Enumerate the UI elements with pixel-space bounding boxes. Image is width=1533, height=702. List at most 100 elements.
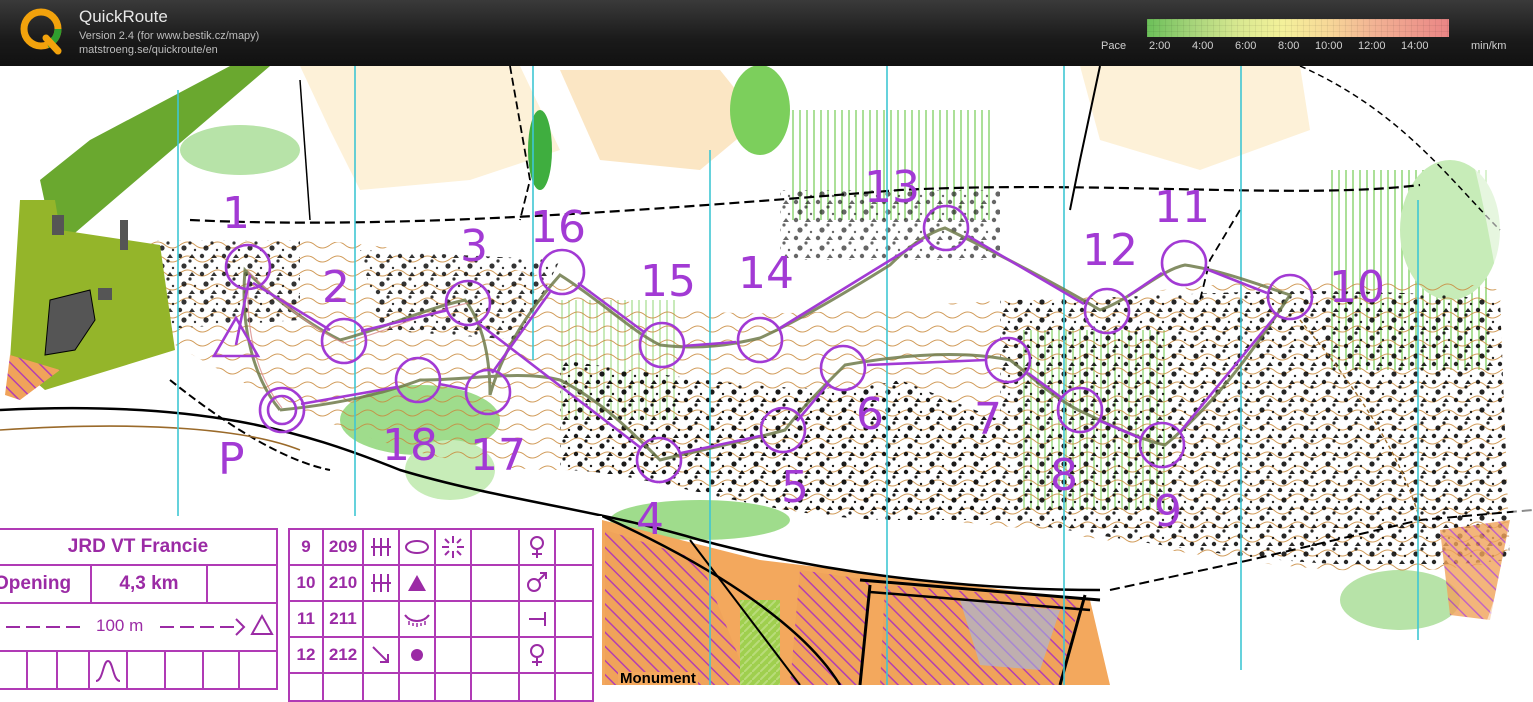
- desc-cell: [398, 528, 436, 566]
- control-code-cell: 211: [322, 600, 364, 638]
- control-number-cell: 10: [288, 564, 324, 602]
- control-number: 18: [382, 420, 438, 471]
- thicket-symbol-icon: [371, 574, 391, 592]
- rocky-symbol-icon: [442, 536, 464, 558]
- desc-cell: [88, 650, 128, 690]
- control-number: 2: [322, 262, 350, 313]
- desc-cell: [518, 636, 556, 674]
- finish-distance: 100 m: [96, 616, 144, 635]
- control-number-cell: [288, 672, 324, 702]
- event-name: JRD VT Francie: [0, 528, 278, 566]
- app-title: QuickRoute: [79, 7, 168, 26]
- pace-tick: 10:00: [1315, 40, 1343, 52]
- control-number-cell: 11: [288, 600, 324, 638]
- quickroute-logo-icon: [20, 8, 62, 55]
- climb-cell: [206, 564, 278, 604]
- map-area-label: Monument: [618, 672, 698, 685]
- control-number: 3: [460, 221, 488, 272]
- control-number: 11: [1154, 182, 1210, 233]
- pace-tick: 4:00: [1192, 40, 1214, 52]
- control-number: 14: [738, 248, 794, 299]
- desc-cell: [398, 600, 436, 638]
- app-header: QuickRoute Version 2.4 (for www.bestik.c…: [0, 0, 1533, 66]
- desc-cell: [470, 528, 520, 566]
- desc-cell: [554, 600, 594, 638]
- pace-tick: 8:00: [1278, 40, 1300, 52]
- desc-cell: [554, 636, 594, 674]
- control-number: 5: [781, 462, 809, 513]
- feature-symbol-icon: [95, 659, 121, 682]
- desc-cell: [470, 636, 520, 674]
- class-name: Opening: [0, 564, 92, 604]
- control-code-cell: 209: [322, 528, 364, 566]
- control-number: 16: [530, 202, 586, 253]
- desc-cell: [554, 528, 594, 566]
- desc-cell: [470, 672, 520, 702]
- desc-cell: [470, 600, 520, 638]
- control-code-cell: 210: [322, 564, 364, 602]
- control-number: 7: [974, 394, 1002, 445]
- control-number: 4: [636, 494, 664, 545]
- control-number-cell: 9: [288, 528, 324, 566]
- desc-cell: [362, 564, 400, 602]
- boulder-symbol-icon: [408, 575, 426, 591]
- control-table: 9 209 10 210 11 211 12 212: [288, 528, 594, 702]
- version-text: Version 2.4 (for www.bestik.cz/mapy): [79, 30, 260, 42]
- desc-cell: [434, 564, 472, 602]
- control-code-cell: 212: [322, 636, 364, 674]
- website-link[interactable]: matstroeng.se/quickroute/en: [79, 44, 218, 56]
- desc-cell: [518, 600, 556, 638]
- depression-symbol-icon: [404, 614, 430, 627]
- desc-cell: [238, 650, 278, 690]
- position-symbol-icon: [529, 612, 546, 626]
- desc-cell: [518, 528, 556, 566]
- desc-cell: [398, 636, 436, 674]
- desc-cell: [0, 650, 28, 690]
- desc-cell: [202, 650, 240, 690]
- desc-cell: [554, 672, 594, 702]
- desc-cell: [554, 564, 594, 602]
- pace-unit: min/km: [1471, 40, 1507, 52]
- start-label: P: [218, 434, 245, 485]
- control-number-cell: 12: [288, 636, 324, 674]
- desc-cell: [398, 672, 436, 702]
- control-code-cell: [322, 672, 364, 702]
- knoll-symbol-icon: [411, 649, 423, 661]
- direction-symbol-icon: [372, 646, 389, 663]
- position-symbol-icon: [530, 536, 544, 558]
- control-number: 8: [1050, 450, 1078, 501]
- control-number: 10: [1329, 262, 1385, 313]
- position-symbol-icon: [530, 644, 544, 666]
- desc-cell: [518, 564, 556, 602]
- thicket-symbol-icon: [371, 538, 391, 556]
- control-number: 17: [470, 430, 526, 481]
- desc-cell: [434, 600, 472, 638]
- control-number: 1: [222, 188, 250, 239]
- pace-tick: 12:00: [1358, 40, 1386, 52]
- ellipse-symbol-icon: [405, 540, 429, 554]
- control-number: 12: [1082, 225, 1138, 276]
- pace-label: Pace: [1101, 40, 1127, 52]
- desc-cell: [362, 672, 400, 702]
- desc-cell: [362, 600, 400, 638]
- finish-row: 100 m: [0, 602, 278, 652]
- pace-tick: 6:00: [1235, 40, 1257, 52]
- desc-cell: [470, 564, 520, 602]
- desc-cell: [164, 650, 204, 690]
- desc-cell: [26, 650, 58, 690]
- desc-cell: [434, 636, 472, 674]
- desc-cell: [398, 564, 436, 602]
- control-description-sheet: JRD VT Francie Opening 4,3 km 100 m 9 20…: [0, 516, 602, 702]
- desc-cell: [434, 672, 472, 702]
- desc-cell: [434, 528, 472, 566]
- pace-tick: 2:00: [1149, 40, 1171, 52]
- control-number: 6: [856, 389, 884, 440]
- desc-cell: [126, 650, 166, 690]
- control-number: 9: [1154, 486, 1182, 537]
- desc-cell: [362, 636, 400, 674]
- course-length: 4,3 km: [90, 564, 208, 604]
- control-number: 15: [640, 256, 696, 307]
- pace-tick: 14:00: [1401, 40, 1429, 52]
- position-symbol-icon: [527, 572, 547, 592]
- desc-cell: [518, 672, 556, 702]
